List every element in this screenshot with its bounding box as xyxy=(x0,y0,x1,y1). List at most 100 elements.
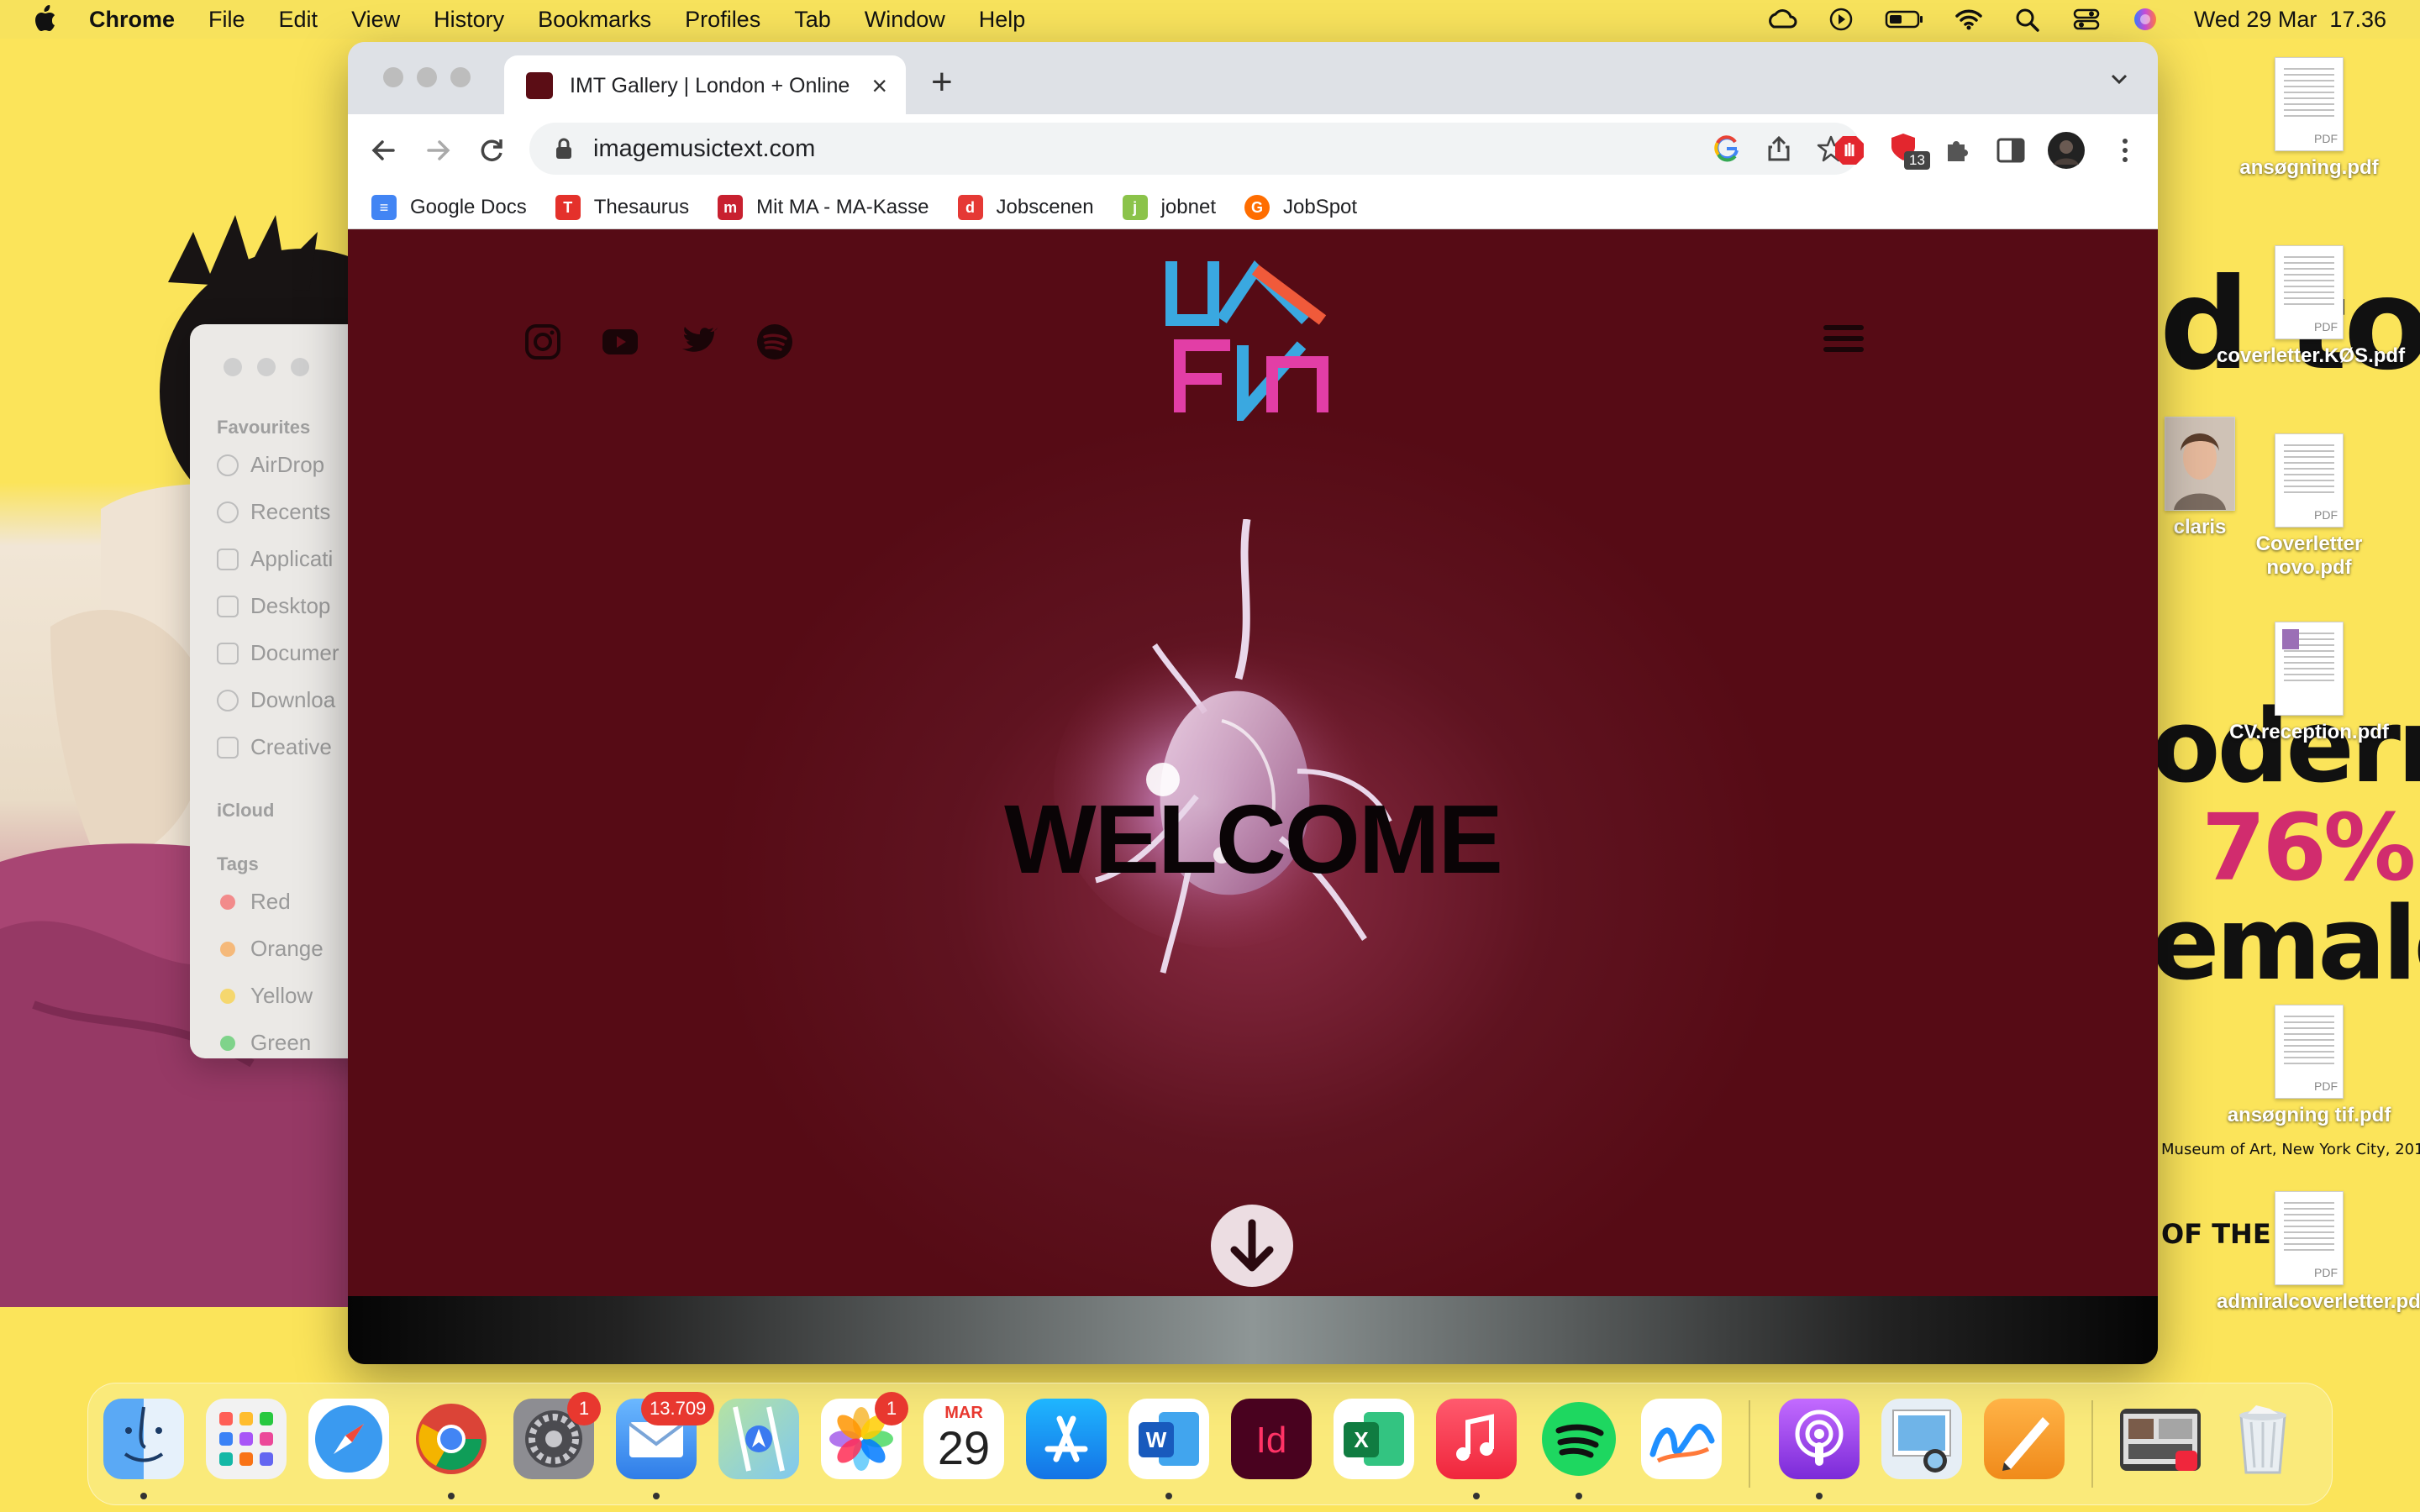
tab-search-chevron-icon[interactable] xyxy=(2109,69,2129,89)
finder-zoom-button[interactable] xyxy=(291,358,309,376)
menu-tab[interactable]: Tab xyxy=(794,7,831,33)
dock-app-maps[interactable] xyxy=(718,1399,799,1479)
menu-view[interactable]: View xyxy=(351,7,400,33)
menu-help[interactable]: Help xyxy=(979,7,1026,33)
finder-tag-yellow[interactable]: Yellow xyxy=(217,983,313,1009)
dock-app-preview[interactable] xyxy=(1881,1399,1962,1479)
dock-app-pages[interactable] xyxy=(1984,1399,2065,1479)
dock-app-excel[interactable]: X xyxy=(1334,1399,1414,1479)
creative-cloud-icon[interactable] xyxy=(1767,7,1797,32)
scroll-down-button[interactable] xyxy=(1211,1205,1293,1287)
bookmark-ma-kasse[interactable]: m Mit MA - MA-Kasse xyxy=(718,195,929,220)
finder-close-button[interactable] xyxy=(224,358,242,376)
dock-app-trash[interactable] xyxy=(2223,1399,2303,1479)
finder-minimize-button[interactable] xyxy=(257,358,276,376)
profile-avatar[interactable] xyxy=(2047,131,2086,170)
menu-file[interactable]: File xyxy=(208,7,245,33)
dock-app-freeform[interactable] xyxy=(1641,1399,1722,1479)
window-minimize-button[interactable] xyxy=(417,67,437,87)
hamburger-menu-icon[interactable] xyxy=(1823,323,1864,354)
more-menu-icon[interactable] xyxy=(2109,134,2141,166)
spotify-icon xyxy=(1542,1402,1616,1476)
dock-app-spotify[interactable] xyxy=(1539,1399,1619,1479)
siri-icon[interactable] xyxy=(2130,7,2160,32)
new-tab-button[interactable]: + xyxy=(931,64,953,101)
desktop-file[interactable]: PDF coverletter.KØS.pdf xyxy=(2217,245,2405,368)
apple-menu-icon[interactable] xyxy=(32,5,57,34)
reload-icon[interactable] xyxy=(476,134,508,166)
battery-icon[interactable] xyxy=(1885,7,1925,32)
share-icon[interactable] xyxy=(1765,134,1793,163)
side-panel-icon[interactable] xyxy=(1995,134,2027,166)
desktop-file[interactable]: CV.reception.pdf xyxy=(2217,622,2402,744)
pdf-file-icon xyxy=(2275,622,2344,716)
adblock-extension-icon[interactable] xyxy=(1833,134,1865,166)
menu-bookmarks[interactable]: Bookmarks xyxy=(538,7,651,33)
browser-tab-active[interactable]: IMT Gallery | London + Online × xyxy=(504,55,906,116)
dock-app-finder[interactable] xyxy=(103,1399,184,1479)
dock-app-word[interactable]: W xyxy=(1128,1399,1209,1479)
bookmark-jobnet[interactable]: j jobnet xyxy=(1122,195,1216,220)
wallpaper-text-3: 76% xyxy=(2202,794,2416,901)
menu-history[interactable]: History xyxy=(434,7,504,33)
finder-item-applications[interactable]: Applicati xyxy=(217,546,333,572)
desktop-file[interactable]: PDF ansøgning.pdf xyxy=(2217,57,2402,180)
menu-profiles[interactable]: Profiles xyxy=(685,7,760,33)
bookmark-jobspot[interactable]: G JobSpot xyxy=(1244,195,1357,220)
bookmark-google-docs[interactable]: ≡ Google Docs xyxy=(371,195,527,220)
dock-app-indesign[interactable]: Id xyxy=(1231,1399,1312,1479)
running-indicator xyxy=(1473,1493,1480,1499)
spotify-icon[interactable] xyxy=(755,322,795,362)
menu-edit[interactable]: Edit xyxy=(279,7,318,33)
finder-item-creative[interactable]: Creative xyxy=(217,734,332,760)
back-arrow-icon[interactable] xyxy=(368,134,400,166)
menu-window[interactable]: Window xyxy=(865,7,945,33)
airdrop-icon xyxy=(217,454,239,476)
dock-app-calendar[interactable]: MAR 29 xyxy=(923,1399,1004,1479)
finder-item-documents[interactable]: Documer xyxy=(217,640,339,666)
menu-app-name[interactable]: Chrome xyxy=(89,7,175,33)
finder-tag-green[interactable]: Green xyxy=(217,1030,311,1056)
dock-app-app-store[interactable] xyxy=(1026,1399,1107,1479)
desktop-file[interactable]: PDF ansøgning tif.pdf xyxy=(2217,1005,2402,1127)
bookmarks-bar: ≡ Google Docs T Thesaurus m Mit MA - MA-… xyxy=(348,186,2158,229)
finder-item-desktop[interactable]: Desktop xyxy=(217,593,330,619)
dock-recent-document[interactable] xyxy=(2120,1409,2201,1471)
control-center-icon[interactable] xyxy=(2071,7,2102,32)
lock-icon[interactable] xyxy=(555,137,573,160)
notification-badge: 13.709 xyxy=(641,1392,715,1425)
google-lens-icon[interactable] xyxy=(1712,134,1741,163)
dock-app-launchpad[interactable] xyxy=(206,1399,287,1479)
imt-gallery-logo[interactable] xyxy=(1163,253,1331,421)
window-close-button[interactable] xyxy=(383,67,403,87)
twitter-icon[interactable] xyxy=(677,322,718,362)
chrome-icon xyxy=(416,1404,487,1474)
bookmark-thesaurus[interactable]: T Thesaurus xyxy=(555,195,689,220)
url-text[interactable]: imagemusictext.com xyxy=(593,135,815,163)
wifi-icon[interactable] xyxy=(1954,7,1984,32)
desktop-file[interactable]: PDF admiralcoverletter.pdf xyxy=(2217,1191,2420,1314)
tab-close-icon[interactable]: × xyxy=(871,72,887,99)
dock-app-safari[interactable] xyxy=(308,1399,389,1479)
instagram-icon[interactable] xyxy=(523,322,563,362)
dock-app-music[interactable] xyxy=(1436,1399,1517,1479)
search-icon[interactable] xyxy=(2012,7,2043,32)
dock-app-chrome[interactable] xyxy=(411,1399,492,1479)
document-icon xyxy=(217,736,239,759)
play-icon[interactable] xyxy=(1826,7,1856,32)
youtube-icon[interactable] xyxy=(600,322,640,362)
address-bar[interactable]: imagemusictext.com xyxy=(529,123,1860,175)
finder-item-downloads[interactable]: Downloa xyxy=(217,687,335,713)
window-zoom-button[interactable] xyxy=(450,67,471,87)
finder-tag-orange[interactable]: Orange xyxy=(217,936,324,962)
finder-tag-red[interactable]: Red xyxy=(217,889,291,915)
extensions-puzzle-icon[interactable] xyxy=(1941,134,1973,166)
arrow-down-icon xyxy=(1230,1219,1274,1272)
forward-arrow-icon[interactable] xyxy=(422,134,454,166)
menu-clock[interactable]: Wed 29 Mar 17.36 xyxy=(2194,7,2386,33)
finder-item-recents[interactable]: Recents xyxy=(217,499,330,525)
bookmark-jobscenen[interactable]: d Jobscenen xyxy=(957,195,1094,220)
desktop-file[interactable]: PDF Coverletter novo.pdf xyxy=(2217,433,2402,580)
dock-app-podcasts[interactable] xyxy=(1779,1399,1860,1479)
finder-item-airdrop[interactable]: AirDrop xyxy=(217,452,324,478)
